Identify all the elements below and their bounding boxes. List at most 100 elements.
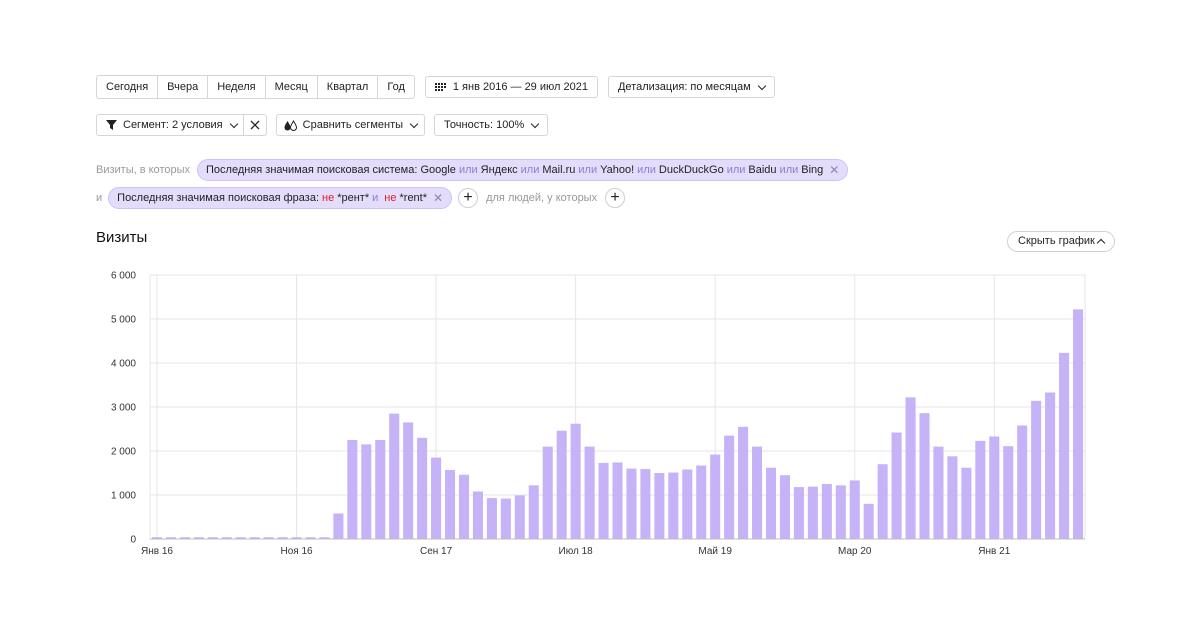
bar[interactable] <box>668 472 679 539</box>
bar[interactable] <box>235 537 246 539</box>
bar[interactable] <box>375 440 386 539</box>
detail-dropdown[interactable]: Детализация: по месяцам <box>607 76 775 98</box>
x-tick-label: Май 19 <box>698 546 732 557</box>
period-button[interactable]: Сегодня <box>97 76 159 98</box>
period-button[interactable]: Неделя <box>208 76 266 98</box>
bar[interactable] <box>612 462 623 539</box>
bar[interactable] <box>961 467 972 539</box>
chevron-down-icon <box>409 119 419 128</box>
accuracy-dropdown[interactable]: Точность: 100% <box>434 114 549 136</box>
bar[interactable] <box>458 474 470 539</box>
bar[interactable] <box>877 464 888 539</box>
compare-segments-button[interactable]: Сравнить сегменты <box>275 114 426 136</box>
bar[interactable] <box>1031 400 1042 539</box>
bar[interactable] <box>165 537 176 539</box>
close-icon[interactable]: ✕ <box>829 160 839 180</box>
bar[interactable] <box>221 537 232 539</box>
close-icon[interactable]: ✕ <box>433 188 443 208</box>
bar[interactable] <box>151 537 163 539</box>
segment-dropdown[interactable]: Сегмент: 2 условия <box>96 114 244 136</box>
bar[interactable] <box>514 495 525 539</box>
engine-value: Yahoo! <box>600 164 635 176</box>
bar[interactable] <box>696 465 707 539</box>
bar[interactable] <box>779 475 790 539</box>
hide-chart-button[interactable]: Скрыть график <box>1007 231 1115 252</box>
bar[interactable] <box>849 480 860 539</box>
period-button[interactable]: Месяц <box>266 76 318 98</box>
bar[interactable] <box>765 467 777 539</box>
bar[interactable] <box>249 537 260 539</box>
or-word: или <box>779 164 799 176</box>
period-button[interactable]: Квартал <box>318 76 379 98</box>
bar[interactable] <box>975 440 986 539</box>
bar[interactable] <box>752 446 763 539</box>
bar[interactable] <box>1017 425 1028 539</box>
filter-and-prefix: и <box>96 192 103 204</box>
bar[interactable] <box>305 537 316 539</box>
bar[interactable] <box>556 430 567 539</box>
bar[interactable] <box>333 513 344 539</box>
bar[interactable] <box>389 413 400 539</box>
bar[interactable] <box>710 454 721 539</box>
bar[interactable] <box>291 537 302 539</box>
bar[interactable] <box>682 469 693 539</box>
bar[interactable] <box>807 486 818 539</box>
bar[interactable] <box>863 503 874 539</box>
bar[interactable] <box>584 446 595 539</box>
date-range-button[interactable]: 1 янв 2016 — 29 июл 2021 <box>424 76 598 98</box>
period-button[interactable]: Вчера <box>158 76 209 98</box>
bar[interactable] <box>417 437 428 539</box>
add-people-condition-button[interactable]: + <box>605 188 626 208</box>
engine-value: Bing <box>801 164 824 176</box>
bar[interactable] <box>640 469 651 539</box>
bar[interactable] <box>1059 352 1070 539</box>
bar[interactable] <box>1072 309 1084 539</box>
bar[interactable] <box>1045 392 1056 539</box>
bar[interactable] <box>626 468 637 539</box>
bar[interactable] <box>403 422 414 539</box>
filter-search-engine-pill[interactable]: Последняя значимая поисковая система: Go… <box>197 159 849 181</box>
bar[interactable] <box>263 537 274 539</box>
bar[interactable] <box>472 491 483 539</box>
bar[interactable] <box>570 423 581 539</box>
or-word: или <box>578 164 598 176</box>
y-tick-label: 3 000 <box>111 403 136 414</box>
bar[interactable] <box>947 456 958 539</box>
bar[interactable] <box>835 485 846 539</box>
bar[interactable] <box>542 446 553 539</box>
bar[interactable] <box>528 485 539 539</box>
bar[interactable] <box>319 537 330 539</box>
bar[interactable] <box>738 426 749 539</box>
bar[interactable] <box>821 484 832 539</box>
filter-search-phrase-pill[interactable]: Последняя значимая поисковая фраза: не *ре… <box>108 187 453 209</box>
bar[interactable] <box>891 432 902 539</box>
period-button[interactable]: Год <box>378 76 414 98</box>
bar[interactable] <box>654 473 665 539</box>
clear-segment-button[interactable] <box>243 114 267 136</box>
bar[interactable] <box>193 537 204 539</box>
y-tick-label: 1 000 <box>111 491 136 502</box>
bar[interactable] <box>598 462 609 539</box>
bar[interactable] <box>793 487 804 539</box>
bar[interactable] <box>905 397 916 539</box>
engine-value: Mail.ru <box>542 164 576 176</box>
bar[interactable] <box>347 440 358 539</box>
bar[interactable] <box>1003 446 1014 539</box>
bar[interactable] <box>431 457 442 539</box>
bar[interactable] <box>445 469 456 539</box>
engine-value: Google <box>420 164 456 176</box>
bar[interactable] <box>919 413 930 539</box>
x-tick-label: Июл 18 <box>559 546 594 557</box>
or-word: или <box>520 164 540 176</box>
bar[interactable] <box>179 537 190 539</box>
bar[interactable] <box>500 498 511 539</box>
bar[interactable] <box>207 537 218 539</box>
bar[interactable] <box>486 498 497 539</box>
bar[interactable] <box>724 435 735 539</box>
add-condition-button[interactable]: + <box>458 188 479 208</box>
bar[interactable] <box>361 444 372 539</box>
bar[interactable] <box>277 537 288 539</box>
bar[interactable] <box>933 446 944 539</box>
accuracy-label: Точность: 100% <box>444 119 525 131</box>
bar[interactable] <box>989 436 1000 539</box>
